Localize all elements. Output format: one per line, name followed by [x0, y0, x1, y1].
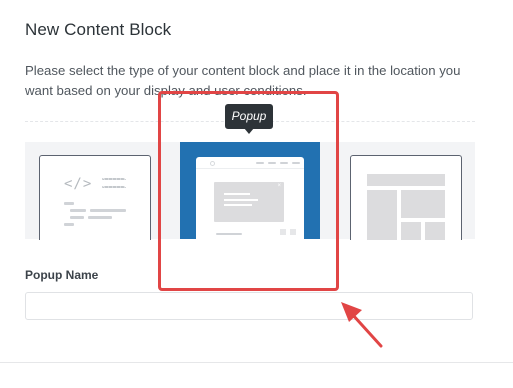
window-menu-line	[292, 162, 300, 164]
dialog-description: Please select the type of your content b…	[25, 63, 461, 98]
modal-line	[224, 193, 250, 195]
window-dot	[210, 161, 215, 166]
layout-block	[425, 222, 445, 240]
window-menu-line	[268, 162, 276, 164]
code-line	[102, 178, 126, 180]
layout-block	[401, 190, 445, 218]
dialog-title: New Content Block	[25, 20, 172, 39]
code-line	[88, 216, 112, 219]
footer-square	[290, 229, 296, 235]
code-line	[102, 186, 126, 188]
code-line	[90, 209, 126, 212]
popup-modal-shape: ×	[214, 182, 284, 222]
code-icon: </>	[64, 176, 93, 192]
layout-icon	[367, 174, 445, 186]
footer-square	[280, 229, 286, 235]
popup-tooltip: Popup	[225, 104, 273, 129]
code-line	[70, 216, 84, 219]
close-icon: ×	[277, 183, 281, 189]
window-menu-line	[256, 162, 264, 164]
footer-divider	[0, 362, 513, 363]
code-line	[70, 209, 86, 212]
popup-name-label: Popup Name	[25, 268, 99, 282]
modal-line	[224, 199, 258, 201]
code-line	[64, 223, 74, 226]
code-line	[64, 202, 74, 205]
layout-block	[401, 222, 421, 240]
layout-block	[367, 190, 397, 240]
popup-icon: ×	[196, 157, 304, 239]
footer-line	[216, 233, 242, 235]
window-header	[196, 157, 304, 169]
block-type-layout-card[interactable]	[350, 155, 462, 240]
popup-name-input[interactable]	[25, 292, 473, 320]
block-type-popup-card[interactable]: ×	[180, 142, 320, 239]
block-type-code-card[interactable]: </>	[39, 155, 151, 240]
tooltip-arrow	[244, 128, 254, 134]
window-menu-line	[280, 162, 288, 164]
modal-line	[224, 204, 252, 206]
